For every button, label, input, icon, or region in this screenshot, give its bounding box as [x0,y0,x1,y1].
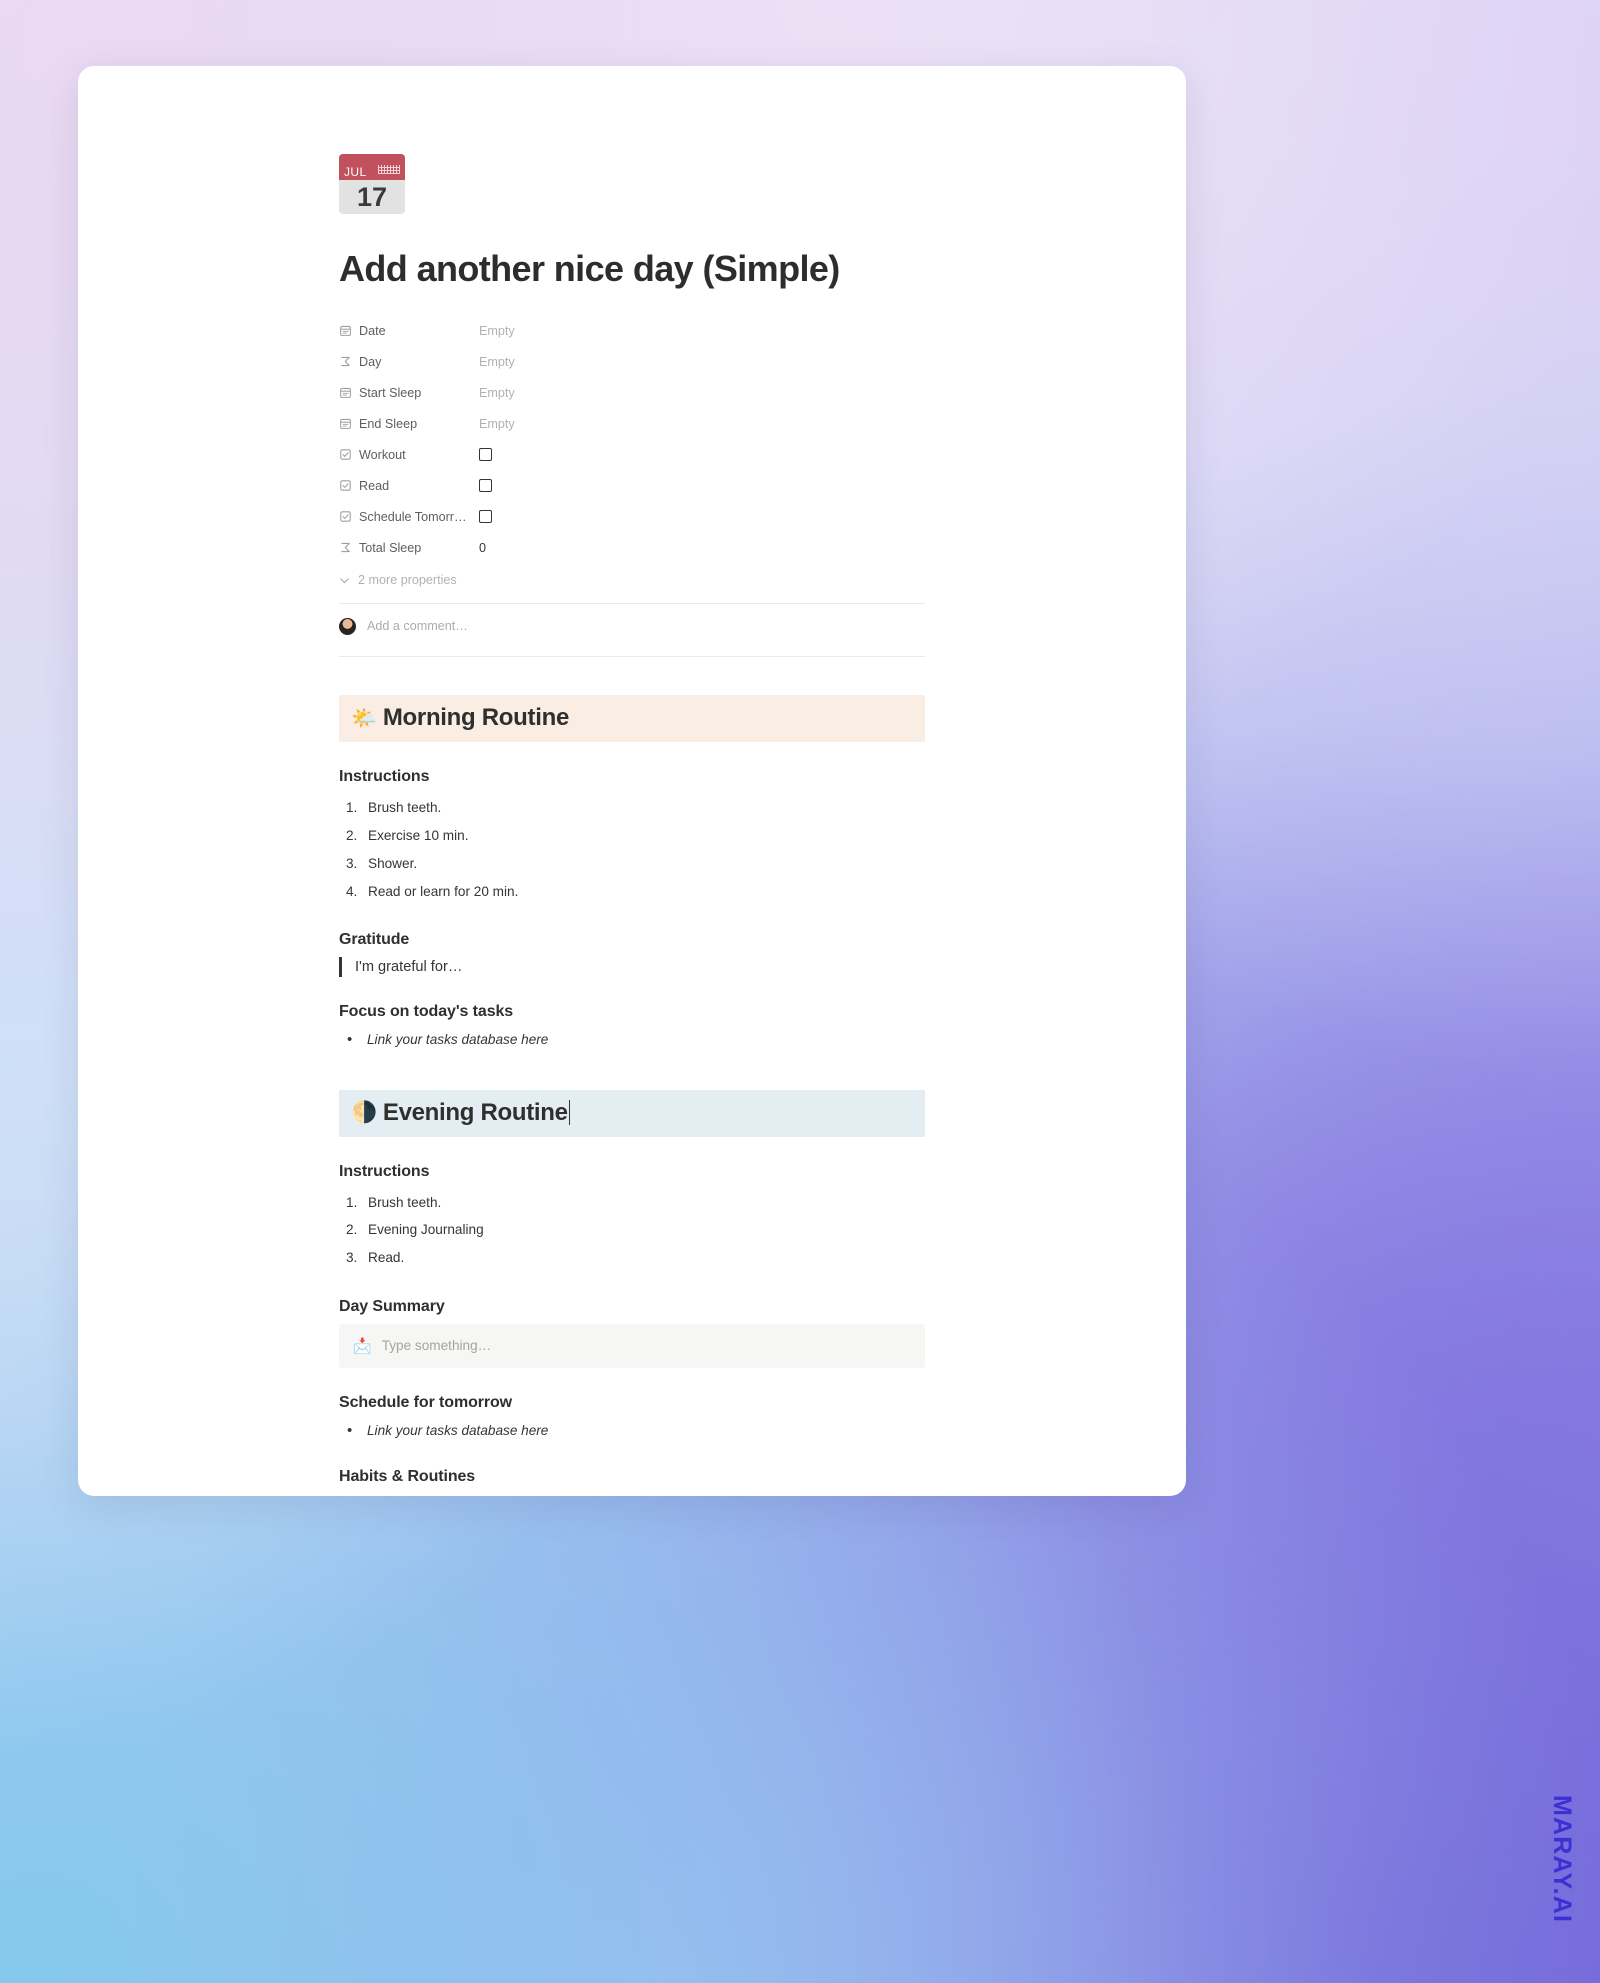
property-checkbox[interactable] [479,510,492,524]
checkbox-icon [339,448,359,461]
list-item[interactable]: • Link your tasks database here [339,1420,925,1443]
gratitude-heading: Gratitude [339,931,410,949]
focus-items-list: • Link your tasks database here [339,1029,925,1052]
day-summary-placeholder: Type something… [381,1338,492,1354]
property-row[interactable]: Workout [339,439,925,470]
list-text: Read or learn for 20 min. [368,883,519,899]
property-label: Schedule Tomorr… [359,509,467,524]
property-row[interactable]: Date Empty [339,315,925,346]
list-item[interactable]: 1. Brush teeth. [339,794,925,822]
list-item[interactable]: 1. Brush teeth. [339,1189,925,1217]
list-text: Link your tasks database here [367,1422,549,1438]
list-text: Link your tasks database here [367,1032,549,1048]
gratitude-quote-block[interactable]: I'm grateful for… [339,957,925,978]
watermark: MARAY.AI [1548,1794,1576,1923]
formula-icon [339,541,359,554]
property-value[interactable]: Empty [479,386,515,400]
property-row[interactable]: Day Empty [339,346,925,377]
list-item[interactable]: • Link your tasks database here [339,1029,925,1052]
day-summary-heading: Day Summary [339,1297,445,1315]
calendar-day: 17 [339,180,405,214]
list-number: 3. [346,1250,358,1266]
list-item[interactable]: 2. Exercise 10 min. [339,822,925,850]
last-quarter-moon-icon: 🌗 [351,1101,377,1125]
morning-routine-heading: Morning Routine [382,704,569,732]
list-item[interactable]: 4. Read or learn for 20 min. [339,878,925,906]
list-number: 2. [346,1222,358,1238]
morning-instructions-list: 1. Brush teeth. 2. Exercise 10 min. 3. Shower… [339,794,925,905]
document-body: JUL 17 Add another nice day (Simple) Dat… [339,148,925,1496]
list-number: 1. [346,1194,358,1210]
list-number: 4. [346,883,358,899]
morning-instructions-heading: Instructions [339,768,430,786]
property-value[interactable]: 0 [479,541,486,555]
date-icon [339,417,359,430]
evening-routine-callout[interactable]: 🌗 Evening Routine [339,1089,925,1137]
list-item[interactable]: 2. Evening Journaling [339,1216,925,1244]
property-value[interactable]: Empty [479,324,515,338]
checkbox-icon [339,510,359,523]
list-number: 2. [346,828,358,844]
list-text: Shower. [368,855,418,871]
property-row[interactable]: Schedule Tomorr… [339,501,925,532]
calendar-spiral-icon [378,165,400,174]
property-label: End Sleep [359,416,418,431]
incoming-envelope-icon: 📩 [353,1337,372,1355]
document-card: JUL 17 Add another nice day (Simple) Dat… [78,66,1186,1496]
add-comment-row[interactable]: Add a comment… [339,604,925,648]
focus-heading: Focus on today's tasks [339,1003,514,1021]
checkbox-icon [339,479,359,492]
list-text: Exercise 10 min. [368,828,469,844]
avatar [339,617,356,635]
bullet-icon: • [347,1421,353,1439]
list-text: Read. [368,1250,405,1266]
list-number: 1. [346,800,358,816]
bullet-icon: • [347,1031,353,1049]
evening-instructions-list: 1. Brush teeth. 2. Evening Journaling 3. Read… [339,1189,925,1272]
add-comment-placeholder: Add a comment… [367,619,468,634]
page-emoji-calendar-icon[interactable]: JUL 17 [339,148,405,214]
property-row[interactable]: Read [339,470,925,501]
list-text: Evening Journaling [368,1222,484,1238]
list-text: Brush teeth. [368,800,442,816]
evening-routine-heading: Evening Routine [382,1098,568,1126]
list-number: 3. [346,855,358,871]
habits-routines-heading: Habits & Routines [339,1468,476,1486]
day-summary-input[interactable]: 📩 Type something… [339,1323,925,1368]
chevron-down-icon [339,575,350,586]
schedule-tomorrow-heading: Schedule for tomorrow [339,1393,513,1411]
property-row[interactable]: Start Sleep Empty [339,377,925,408]
date-icon [339,324,359,337]
more-properties-toggle[interactable]: 2 more properties [339,565,925,595]
property-row[interactable]: End Sleep Empty [339,408,925,439]
property-label: Workout [359,447,406,462]
property-value[interactable]: Empty [479,417,515,431]
property-label: Day [359,354,382,369]
list-item[interactable]: 3. Shower. [339,850,925,878]
schedule-items-list: • Link your tasks database here [339,1420,925,1443]
property-checkbox[interactable] [479,448,492,462]
comment-divider [339,656,925,658]
calendar-header: JUL [339,154,405,180]
sun-behind-cloud-icon: 🌤️ [351,706,377,730]
list-text: Brush teeth. [368,1194,442,1210]
property-label: Total Sleep [359,540,422,555]
formula-icon [339,355,359,368]
more-properties-label: 2 more properties [358,573,457,588]
text-cursor [568,1100,571,1126]
property-label: Read [359,478,390,493]
property-label: Start Sleep [359,385,422,400]
evening-instructions-heading: Instructions [339,1162,430,1180]
properties-list: Date Empty Day Empty Start Sleep Empty End Sle… [339,315,925,563]
date-icon [339,386,359,399]
property-checkbox[interactable] [479,479,492,493]
calendar-month: JUL [344,165,367,179]
morning-routine-callout[interactable]: 🌤️ Morning Routine [339,695,925,743]
property-value[interactable]: Empty [479,355,515,369]
page-title[interactable]: Add another nice day (Simple) [339,248,925,289]
list-item[interactable]: 3. Read. [339,1244,925,1272]
property-label: Date [359,323,386,338]
property-row[interactable]: Total Sleep 0 [339,532,925,563]
